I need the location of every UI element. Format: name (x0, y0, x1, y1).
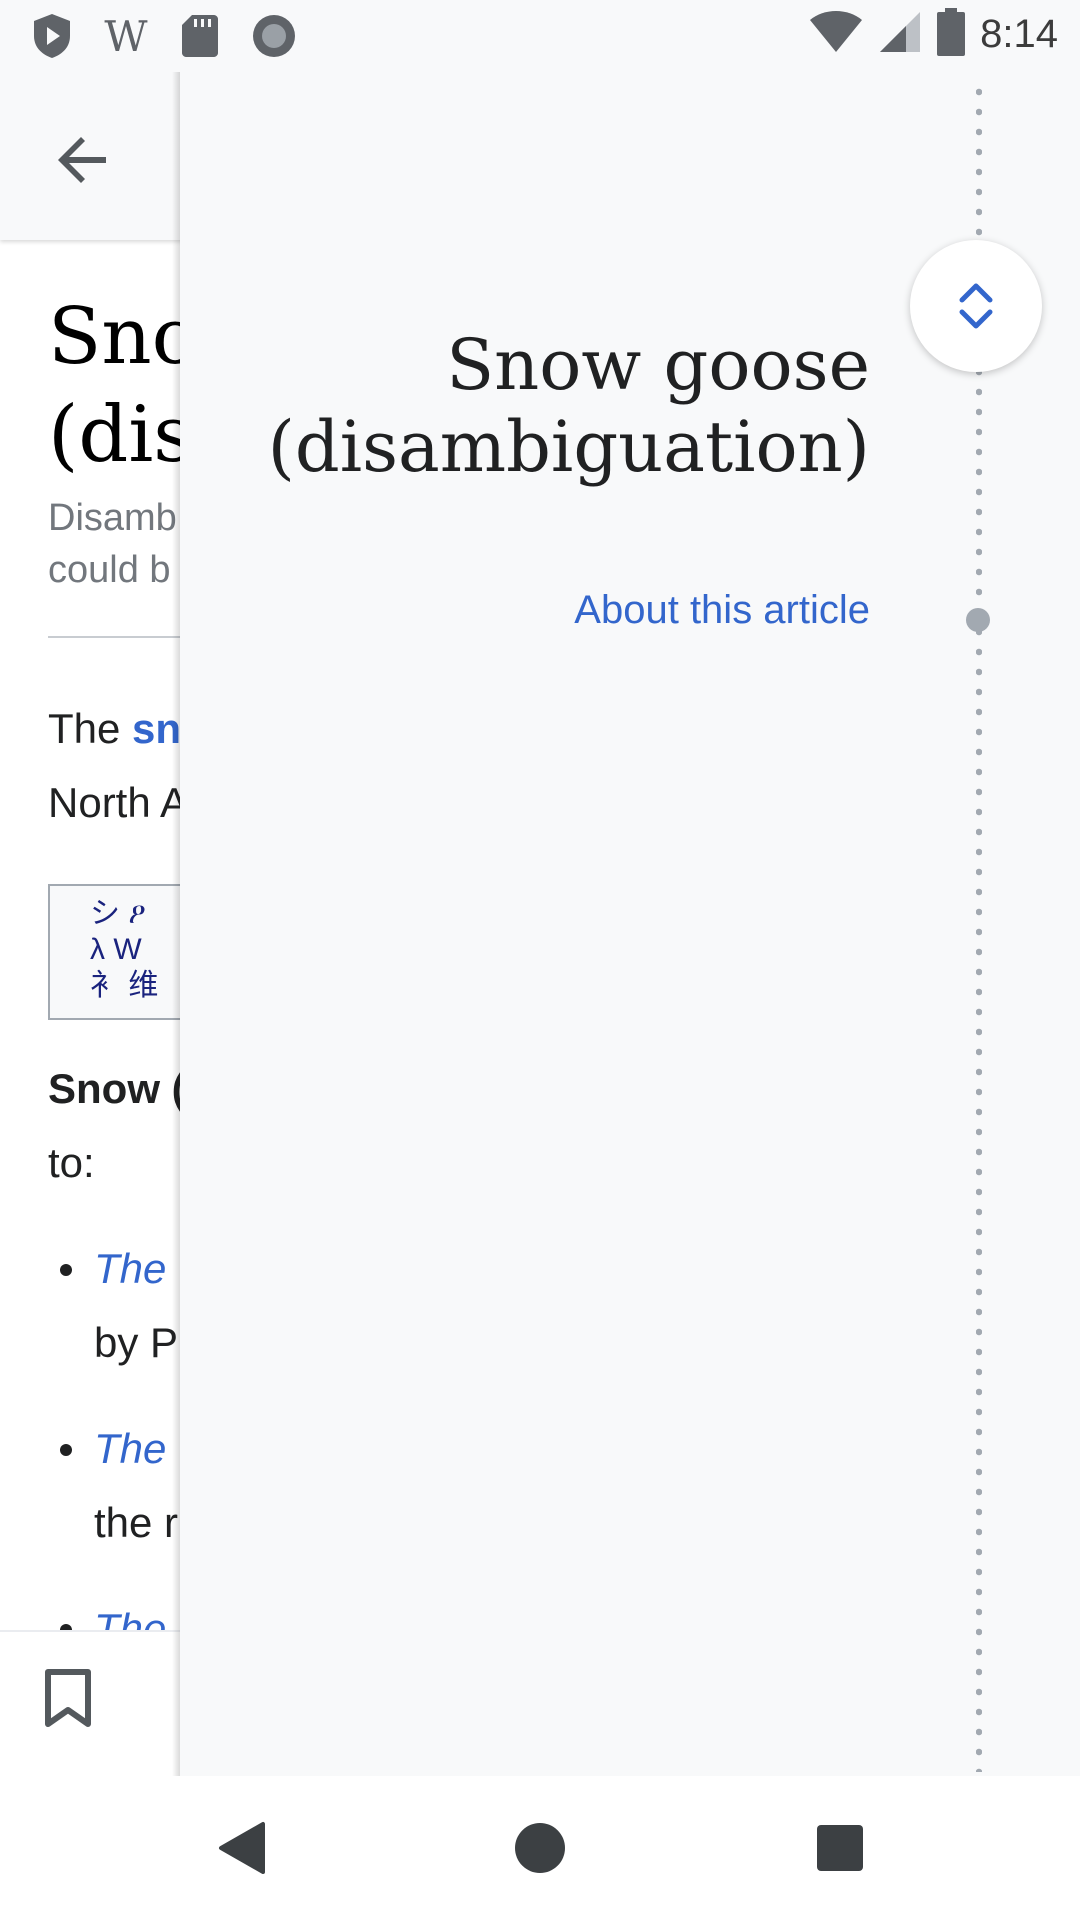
disambig-to: to: (48, 1139, 95, 1186)
signal-icon (878, 10, 922, 59)
record-icon (250, 12, 298, 60)
disambig-term: Snow ( (48, 1065, 186, 1112)
toc-drawer: Snow goose (disambiguation) About this a… (180, 72, 1080, 1776)
sd-card-icon (176, 12, 224, 60)
nav-home-button[interactable] (504, 1812, 576, 1884)
list-item-link[interactable]: The (94, 1605, 166, 1632)
bookmark-button[interactable] (44, 1668, 104, 1738)
back-button[interactable] (48, 124, 120, 196)
para-text: The (48, 705, 133, 752)
square-recents-icon (817, 1825, 863, 1871)
toc-position-marker (966, 608, 990, 632)
triangle-back-icon (219, 1822, 265, 1874)
toc-article-title[interactable]: Snow goose (disambiguation) (230, 324, 870, 488)
nav-back-button[interactable] (206, 1812, 278, 1884)
system-nav-bar (0, 1776, 1080, 1920)
para-text-line2: North A (48, 779, 189, 826)
battery-icon (936, 8, 966, 61)
bookmark-icon (45, 1669, 91, 1727)
list-item-text: by P (94, 1319, 179, 1366)
toc-scroll-handle[interactable] (910, 240, 1042, 372)
chevron-up-down-icon (959, 283, 993, 329)
nav-recents-button[interactable] (804, 1812, 876, 1884)
wifi-icon (808, 10, 864, 59)
shield-play-icon (28, 12, 76, 60)
list-item-text: the r (94, 1499, 179, 1546)
list-item-link[interactable]: The (94, 1425, 166, 1472)
status-bar: W 8:14 (0, 0, 1080, 72)
list-item-link[interactable]: The (94, 1245, 166, 1292)
arrow-left-icon (58, 137, 106, 183)
clock: 8:14 (980, 12, 1058, 56)
wikipedia-icon: W (104, 11, 148, 61)
toc-about-link[interactable]: About this article (574, 588, 870, 633)
circle-home-icon (515, 1823, 565, 1873)
